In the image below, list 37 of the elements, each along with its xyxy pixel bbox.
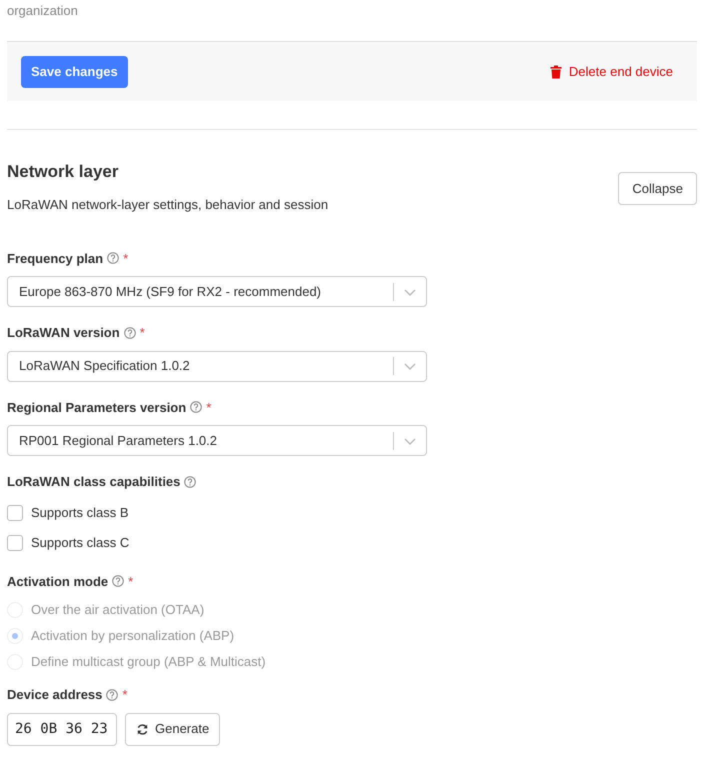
select-field[interactable]: RP001 Regional Parameters 1.0.2	[7, 425, 427, 456]
required-mark: *	[123, 250, 128, 268]
refresh-icon	[136, 722, 149, 736]
checkbox[interactable]	[7, 504, 23, 520]
field-label: Activation mode	[7, 572, 108, 590]
help-icon[interactable]	[112, 575, 124, 588]
radio-label: Over the air activation (OTAA)	[31, 601, 204, 620]
generate-button[interactable]: Generate	[125, 712, 220, 746]
collapse-button[interactable]: Collapse	[618, 172, 697, 205]
radio-label: Define multicast group (ABP & Multicast)	[31, 653, 266, 672]
help-icon[interactable]	[184, 476, 196, 488]
address-input[interactable]: 26 0B 36 23	[7, 712, 117, 746]
required-mark: *	[140, 324, 145, 342]
help-icon[interactable]	[124, 326, 136, 339]
checkbox-label: Supports class B	[31, 504, 129, 522]
select-field[interactable]: Europe 863-870 MHz (SF9 for RX2 - recommended)	[7, 276, 427, 307]
checkbox[interactable]	[7, 534, 23, 550]
description-text: organization	[7, 3, 78, 18]
field-label: Device address	[7, 686, 102, 704]
help-icon[interactable]	[190, 401, 202, 414]
field-label: Regional Parameters version	[7, 398, 186, 417]
help-icon[interactable]	[106, 688, 118, 701]
select-field[interactable]: LoRaWAN Specification 1.0.2	[7, 350, 427, 382]
radio-label: Activation by personalization (ABP)	[31, 627, 234, 646]
help-icon[interactable]	[107, 252, 120, 264]
field-label: LoRaWAN version	[7, 324, 120, 342]
field-label: LoRaWAN class capabilities	[7, 473, 180, 491]
field-label: Frequency plan	[7, 250, 104, 268]
section-description: LoRaWAN network-layer settings, behavior and session	[7, 196, 328, 214]
delete-button[interactable]: Delete end device	[550, 62, 673, 82]
required-mark: *	[206, 398, 212, 416]
save-button[interactable]: Save changes	[21, 56, 128, 88]
checkbox-label: Supports class C	[31, 534, 130, 552]
section-title: Network layer	[7, 161, 120, 183]
required-mark: *	[128, 572, 134, 590]
required-mark: *	[122, 686, 128, 704]
trash-icon	[550, 64, 562, 78]
